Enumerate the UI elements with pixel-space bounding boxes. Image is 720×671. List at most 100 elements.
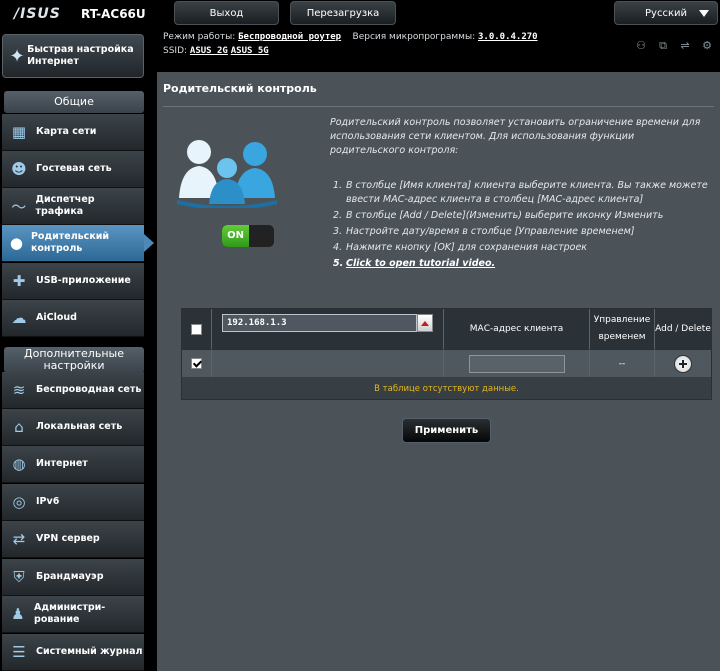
empty-table-message: В таблице отсутствуют данные. — [374, 384, 519, 394]
magic-wand-icon: ✦ — [9, 45, 25, 67]
mac-input[interactable] — [468, 354, 565, 373]
sidebar-item-internet[interactable]: ◍ Интернет — [2, 446, 144, 483]
main-panel: Родительский контроль ON Родительский ко… — [157, 72, 720, 671]
add-icon[interactable] — [674, 354, 692, 373]
language-value: Русский — [645, 7, 687, 19]
instruction-step: 1. В столбце [Имя клиента] клиента выбери… — [333, 180, 708, 205]
select-all-cell — [182, 309, 212, 349]
clients-icon[interactable]: ⚇ — [634, 40, 648, 52]
sidebar-item-guest-network[interactable]: ☻ Гостевая сеть — [2, 151, 144, 188]
column-header-add-delete: Add / Delete — [655, 309, 711, 349]
add-cell — [655, 349, 711, 377]
apply-button[interactable]: Применить — [402, 418, 491, 443]
sidebar-item-firewall[interactable]: ⛨ Брандмауэр — [2, 559, 144, 596]
logout-button[interactable]: Выход — [174, 1, 279, 25]
guest-network-icon: ☻ — [11, 160, 27, 178]
sidebar-item-label: IPv6 — [36, 496, 60, 507]
general-section-header: Общие — [4, 91, 144, 113]
client-name-cell — [212, 349, 444, 377]
select-all-checkbox[interactable] — [191, 323, 202, 335]
vpn-icon: ⇄ — [12, 530, 26, 548]
asus-logo: /ISUS — [14, 6, 61, 22]
row-checkbox[interactable] — [191, 358, 202, 369]
sidebar-item-label: Интернет — [36, 458, 88, 469]
firmware-label: Версия микропрограммы: — [352, 32, 476, 42]
time-control-cell: -- — [590, 349, 655, 377]
instruction-step: 2. В столбце [Add / Delete](Изменить) выб… — [333, 210, 664, 221]
column-header-mac: МАС-адрес клиента — [444, 309, 590, 349]
status-bar: Режим работы: Беспроводной роутер Версия… — [157, 28, 720, 62]
sidebar-item-parental-control[interactable]: ● Родительский контроль — [2, 225, 144, 262]
mode-label: Режим работы: — [163, 32, 236, 42]
sidebar-item-label: Брандмауэр — [36, 571, 104, 582]
network-map-icon: ▦ — [11, 123, 27, 141]
page-title: Родительский контроль — [163, 82, 317, 95]
parental-control-toggle[interactable]: ON — [222, 225, 274, 247]
instruction-step: 4. Нажмите кнопку [OK] для сохранения нас… — [333, 242, 588, 253]
instruction-step: 3. Настройте дату/время в столбце [Управл… — [333, 226, 635, 237]
sidebar-item-label: Администри-рование — [34, 602, 106, 625]
sidebar-item-administration[interactable]: ♟ Администри-рование — [2, 596, 144, 633]
description-text: Родительский контроль позволяет установи… — [330, 117, 701, 156]
traffic-manager-icon: 〜 — [11, 197, 27, 216]
copy-icon[interactable]: ⧉ — [656, 40, 670, 52]
chevron-down-icon — [699, 10, 709, 17]
wireless-icon: ≋ — [12, 381, 26, 399]
sidebar-item-usb-app[interactable]: ✚ USB-приложение — [2, 263, 144, 300]
sidebar-item-label: AiCloud — [36, 312, 77, 323]
language-select[interactable]: Русский — [614, 1, 718, 25]
sidebar-item-ipv6[interactable]: ◎ IPv6 — [2, 484, 144, 521]
row-checkbox-cell — [182, 349, 212, 377]
top-bar: /ISUS RT-AC66U Выход Перезагрузка Русски… — [0, 0, 720, 28]
client-table: Имя клиента МАС-адрес клиента Управление… — [181, 308, 712, 400]
sidebar-item-label: Родительский контроль — [30, 231, 110, 254]
sidebar-item-label: Карта сети — [36, 126, 97, 137]
advanced-section-header: Дополнительные настройки — [4, 347, 144, 373]
toggle-on-label: ON — [222, 225, 249, 247]
sidebar: ✦ Быстрая настройка Интернет Общие ▦ Кар… — [0, 34, 154, 671]
sidebar-item-wireless[interactable]: ≋ Беспроводная сеть — [2, 372, 144, 409]
tutorial-video-link[interactable]: 5. Click to open tutorial video. — [333, 257, 708, 271]
family-icon — [177, 140, 277, 208]
sidebar-item-label: Беспроводная сеть — [36, 384, 142, 395]
mode-link[interactable]: Беспроводной роутер — [238, 32, 341, 42]
sidebar-item-aicloud[interactable]: ☁ AiCloud — [2, 300, 144, 337]
admin-icon: ♟ — [11, 605, 25, 623]
internet-icon: ◍ — [12, 455, 26, 473]
sidebar-item-network-map[interactable]: ▦ Карта сети — [2, 114, 144, 151]
model-name: RT-AC66U — [81, 7, 146, 21]
ssid-5g-link[interactable]: ASUS_5G — [231, 46, 269, 56]
ipv6-icon: ◎ — [12, 493, 26, 511]
mac-cell — [444, 349, 590, 377]
sidebar-item-vpn[interactable]: ⇄ VPN сервер — [2, 521, 144, 558]
client-dropdown-button[interactable] — [417, 314, 433, 332]
sidebar-item-label: Диспетчер трафика — [35, 194, 95, 217]
ssid-2g-link[interactable]: ASUS_2G — [190, 46, 228, 56]
reboot-button[interactable]: Перезагрузка — [290, 1, 396, 25]
quick-setup-button[interactable]: ✦ Быстрая настройка Интернет — [2, 34, 144, 78]
lan-icon: ⌂ — [14, 418, 24, 436]
sidebar-item-label: Локальная сеть — [36, 421, 123, 432]
sidebar-item-syslog[interactable]: ☰ Системный журнал — [2, 634, 144, 671]
syslog-icon: ☰ — [12, 643, 26, 661]
active-indicator — [144, 234, 154, 252]
firewall-icon: ⛨ — [13, 568, 25, 586]
sidebar-item-lan[interactable]: ⌂ Локальная сеть — [2, 409, 144, 446]
usb-icon[interactable]: ⇌ — [678, 40, 692, 52]
sidebar-item-label: USB-приложение — [36, 275, 131, 286]
parental-control-icon: ● — [9, 234, 24, 252]
client-name-input[interactable]: 192.168.1.3 — [222, 314, 417, 332]
column-header-time-control: Управление временем — [590, 309, 655, 349]
quick-setup-label: Быстрая настройка Интернет — [27, 44, 134, 67]
sidebar-item-traffic-manager[interactable]: 〜 Диспетчер трафика — [2, 188, 144, 225]
title-divider — [163, 106, 714, 107]
usb-app-icon: ✚ — [12, 272, 26, 290]
instruction-list: 1. В столбце [Имя клиента] клиента выбери… — [333, 179, 708, 273]
ssid-label: SSID: — [163, 46, 188, 56]
aicloud-icon: ☁ — [11, 309, 27, 327]
sidebar-item-label: VPN сервер — [36, 533, 100, 544]
sidebar-item-label: Системный журнал — [36, 646, 143, 657]
settings-icon[interactable]: ⚙ — [700, 40, 714, 52]
firmware-link[interactable]: 3.0.0.4.270 — [478, 32, 538, 42]
sidebar-item-label: Гостевая сеть — [36, 163, 112, 174]
